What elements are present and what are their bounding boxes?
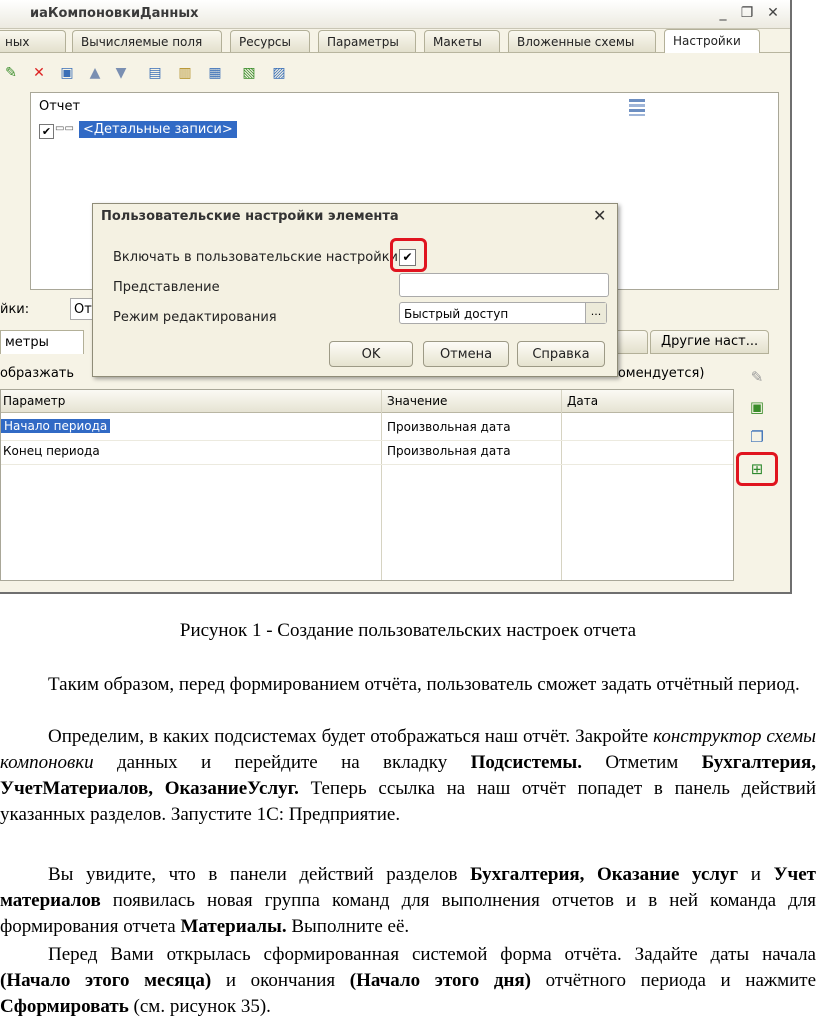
tab-layouts[interactable]: Макеты bbox=[424, 30, 500, 52]
tab-other-settings[interactable]: Другие наст... bbox=[650, 330, 770, 354]
presentation-label: Представление bbox=[113, 280, 220, 295]
edit-icon[interactable]: ✎ bbox=[2, 64, 20, 82]
paragraph-2: Определим, в каких подсистемах будет ото… bbox=[0, 724, 816, 828]
help-button[interactable]: Справка bbox=[517, 341, 605, 367]
parameters-grid: Параметр Значение Дата Начало периода Пр… bbox=[0, 389, 734, 581]
text-run: Материалы. bbox=[180, 916, 287, 937]
text-run: Вы увидите, что в панели действий раздел… bbox=[48, 864, 471, 885]
tab-parameters[interactable]: Параметры bbox=[318, 30, 416, 52]
text-run: Выполните её. bbox=[286, 916, 410, 937]
text-run: и окончания bbox=[211, 970, 350, 991]
paragraph-3: Вы увидите, что в панели действий раздел… bbox=[0, 862, 816, 940]
cell-parameter[interactable]: Начало периода bbox=[1, 419, 111, 433]
ok-button[interactable]: OK bbox=[329, 341, 413, 367]
ellipsis-button[interactable]: ... bbox=[585, 303, 606, 323]
paragraph-4: Перед Вами открылась сформированная сист… bbox=[0, 942, 816, 1020]
delete-icon[interactable]: ✕ bbox=[30, 64, 48, 82]
structure-list-icon[interactable] bbox=[628, 97, 646, 117]
text-run: Подсистемы. bbox=[470, 752, 583, 773]
move-down-icon[interactable]: ▼ bbox=[112, 64, 130, 82]
tab-settings[interactable]: Настройки bbox=[664, 29, 760, 53]
move-up-icon[interactable]: ▲ bbox=[86, 64, 104, 82]
user-settings-dialog: Пользовательские настройки элемента ✕ Вк… bbox=[92, 203, 618, 377]
tree-item-report[interactable]: Отчет bbox=[39, 99, 80, 114]
tab-resources[interactable]: Ресурсы bbox=[230, 30, 310, 52]
grouping-icon: ▭▭ bbox=[55, 123, 74, 134]
dialog-title: Пользовательские настройки элемента bbox=[101, 209, 399, 224]
column-header-parameter[interactable]: Параметр bbox=[3, 394, 65, 408]
properties-icon[interactable]: ▣ bbox=[58, 64, 76, 82]
text-run: Сформировать bbox=[0, 996, 129, 1017]
cancel-button[interactable]: Отмена bbox=[423, 341, 509, 367]
grid-header: Параметр Значение Дата bbox=[1, 390, 733, 413]
edit-mode-select[interactable]: Быстрый доступ ... bbox=[399, 302, 607, 324]
cell-value[interactable]: Произвольная дата bbox=[387, 444, 511, 458]
text-run: Перед Вами открылась сформированная сист… bbox=[48, 944, 816, 965]
group-icon[interactable]: ▤ bbox=[146, 64, 164, 82]
tab-calculated-fields[interactable]: Вычисляемые поля bbox=[72, 30, 222, 52]
add-group-icon[interactable]: ▥ bbox=[176, 64, 194, 82]
text-run: Определим, в каких подсистемах будет ото… bbox=[48, 726, 654, 747]
tree-item-detail-records[interactable]: <Детальные записи> bbox=[79, 121, 237, 138]
cell-parameter[interactable]: Конец периода bbox=[3, 444, 100, 458]
include-label: Включать в пользовательские настройки bbox=[113, 250, 399, 265]
copy-icon[interactable]: ❐ bbox=[746, 426, 768, 448]
column-header-date[interactable]: Дата bbox=[567, 394, 598, 408]
presentation-field[interactable] bbox=[399, 273, 609, 297]
window-title: иаКомпоновкиДанных bbox=[30, 6, 199, 21]
text-run: (Начало этого месяца) bbox=[0, 970, 212, 991]
screenshot-figure: иаКомпоновкиДанных _ ❐ ✕ ных Вычисляемые… bbox=[0, 0, 792, 594]
close-icon[interactable]: ✕ bbox=[764, 4, 782, 22]
cell-value[interactable]: Произвольная дата bbox=[387, 420, 511, 434]
designer-tabs: ных Вычисляемые поля Ресурсы Параметры М… bbox=[0, 28, 790, 53]
column-header-value[interactable]: Значение bbox=[387, 394, 447, 408]
edit-pencil-icon[interactable]: ✎ bbox=[746, 366, 768, 388]
minimize-icon[interactable]: _ bbox=[714, 4, 732, 22]
highlight-frame bbox=[736, 452, 778, 486]
text-run: отчётного периода и нажмите bbox=[531, 970, 816, 991]
dialog-close-icon[interactable]: ✕ bbox=[593, 206, 606, 225]
settings-toolbar: ✎ ✕ ▣ ▲ ▼ ▤ ▥ ▦ ▧ ▨ bbox=[0, 56, 790, 90]
text-run: данных и перейдите на вкладку bbox=[93, 752, 471, 773]
text-run: и bbox=[738, 864, 774, 885]
checkbox-icon[interactable]: ✔ bbox=[39, 124, 54, 139]
text-run: (Начало этого дня) bbox=[349, 970, 532, 991]
highlight-frame bbox=[390, 238, 427, 272]
table-row[interactable]: Начало периода Произвольная дата bbox=[1, 416, 733, 441]
table-icon[interactable]: ▦ bbox=[206, 64, 224, 82]
chart-add-icon[interactable]: ▧ bbox=[240, 64, 258, 82]
settings-label: йки: bbox=[0, 302, 30, 317]
text-run: Бухгалтерия, Оказание услуг bbox=[470, 864, 739, 885]
tab-hidden[interactable] bbox=[614, 330, 648, 354]
window-titlebar: иаКомпоновкиДанных _ ❐ ✕ bbox=[0, 0, 790, 29]
tab-data-parameters[interactable]: метры bbox=[0, 330, 84, 354]
edit-mode-value: Быстрый доступ bbox=[404, 307, 509, 321]
restore-icon[interactable]: ❐ bbox=[738, 4, 756, 22]
tab-data-sets[interactable]: ных bbox=[0, 30, 66, 52]
figure-caption: Рисунок 1 - Создание пользовательских на… bbox=[179, 620, 637, 641]
chart-icon[interactable]: ▨ bbox=[270, 64, 288, 82]
check-all-icon[interactable]: ▣ bbox=[746, 396, 768, 418]
table-row[interactable]: Конец периода Произвольная дата bbox=[1, 440, 733, 465]
text-run: Отметим bbox=[582, 752, 702, 773]
show-label: образжать bbox=[0, 366, 75, 381]
tab-nested-schemes[interactable]: Вложенные схемы bbox=[508, 30, 656, 52]
edit-mode-label: Режим редактирования bbox=[113, 310, 277, 325]
paragraph-1: Таким образом, перед формированием отчёт… bbox=[48, 674, 800, 695]
text-run: (см. рисунок 35). bbox=[128, 996, 271, 1017]
